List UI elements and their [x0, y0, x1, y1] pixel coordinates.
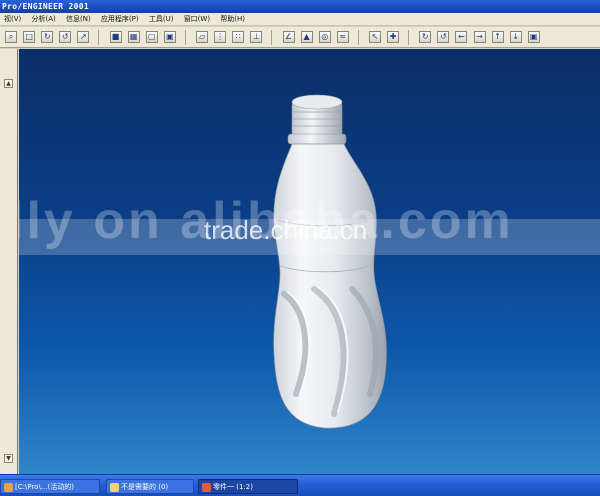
datum-plane-icon[interactable]: ▱ [196, 31, 209, 43]
pick-icon[interactable]: ✚ [387, 31, 400, 43]
watermark-small: trade.china.cn [204, 215, 368, 245]
taskbar-item-part[interactable]: 零件一 (1:2) [198, 479, 298, 494]
taskbar-item-proe[interactable]: [C:\Pro\...(活动的) [0, 479, 100, 494]
menu-info[interactable]: 信息(N) [62, 13, 95, 26]
zoom-fit-icon[interactable]: □ [23, 31, 36, 43]
view-default-icon[interactable]: ▣ [527, 31, 540, 43]
toolbar-separator [357, 30, 359, 45]
graphics-viewport[interactable]: lly on alibaba.com trade.china.cn [19, 49, 600, 474]
select-icon[interactable]: ↖ [368, 31, 381, 43]
no-hidden-icon[interactable]: ▢ [145, 31, 158, 43]
view-left-icon[interactable]: ← [455, 31, 468, 43]
repaint-icon[interactable]: ↻ [41, 31, 54, 43]
wireframe-icon[interactable]: ▣ [163, 31, 176, 43]
menu-analysis[interactable]: 分析(A) [28, 13, 60, 26]
spin-icon[interactable]: ↺ [59, 31, 72, 43]
menu-help[interactable]: 帮助(H) [216, 13, 249, 26]
csys-icon[interactable]: ⊥ [250, 31, 263, 43]
sketch-icon[interactable]: ∠ [282, 31, 295, 43]
proe-window: Pro/ENGINEER 2001 视(V) 分析(A) 信息(N) 应用程序(… [0, 0, 600, 496]
view-right-icon[interactable]: → [473, 31, 486, 43]
sweep-icon[interactable]: ≈ [336, 31, 349, 43]
menu-window[interactable]: 窗口(W) [180, 13, 214, 26]
datum-axis-icon[interactable]: ⋮ [214, 31, 227, 43]
hidden-line-icon[interactable]: ▦ [127, 31, 140, 43]
taskbar-item-folder[interactable]: 不是需要的 (0) [106, 479, 194, 494]
toolbar-separator [98, 30, 100, 45]
orient-icon[interactable]: ↗ [77, 31, 90, 43]
left-panel: ▲ ▼ [0, 49, 18, 474]
menu-applications[interactable]: 应用程序(P) [97, 13, 143, 26]
scroll-down-button[interactable]: ▼ [4, 454, 13, 463]
taskbar: [C:\Pro\...(活动的) 不是需要的 (0) 零件一 (1:2) [0, 474, 600, 496]
view-back-icon[interactable]: ↺ [437, 31, 450, 43]
taskbar-item-label: [C:\Pro\...(活动的) [15, 483, 74, 491]
proe-icon [4, 483, 13, 492]
extrude-icon[interactable]: ▲ [300, 31, 313, 43]
view-front-icon[interactable]: ↻ [419, 31, 432, 43]
toolbar-separator [271, 30, 273, 45]
datum-point-icon[interactable]: ∷ [232, 31, 245, 43]
taskbar-item-label: 零件一 (1:2) [213, 483, 253, 491]
taskbar-item-label: 不是需要的 (0) [121, 483, 169, 491]
menu-bar: 视(V) 分析(A) 信息(N) 应用程序(P) 工具(U) 窗口(W) 帮助(… [0, 13, 600, 26]
menu-tools[interactable]: 工具(U) [145, 13, 178, 26]
zoom-icon[interactable]: ⌕ [5, 31, 17, 43]
window-title: Pro/ENGINEER 2001 [2, 2, 89, 11]
view-bottom-icon[interactable]: ↓ [509, 31, 522, 43]
view-top-icon[interactable]: ↑ [491, 31, 504, 43]
part-icon [202, 483, 211, 492]
revolve-icon[interactable]: ◎ [318, 31, 331, 43]
toolbar: ⌕ □ ↻ ↺ ↗ ■ ▦ ▢ ▣ ▱ ⋮ ∷ ⊥ ∠ ▲ ◎ ≈ ↖ ✚ ↻ … [0, 27, 600, 48]
bottle-model [273, 94, 387, 429]
shade-icon[interactable]: ■ [109, 31, 122, 43]
folder-icon [110, 483, 119, 492]
toolbar-separator [408, 30, 410, 45]
scroll-up-button[interactable]: ▲ [4, 79, 13, 88]
bottle-cap-top [291, 94, 343, 110]
menu-view[interactable]: 视(V) [0, 13, 25, 26]
title-bar: Pro/ENGINEER 2001 [0, 0, 600, 13]
toolbar-separator [184, 30, 186, 45]
